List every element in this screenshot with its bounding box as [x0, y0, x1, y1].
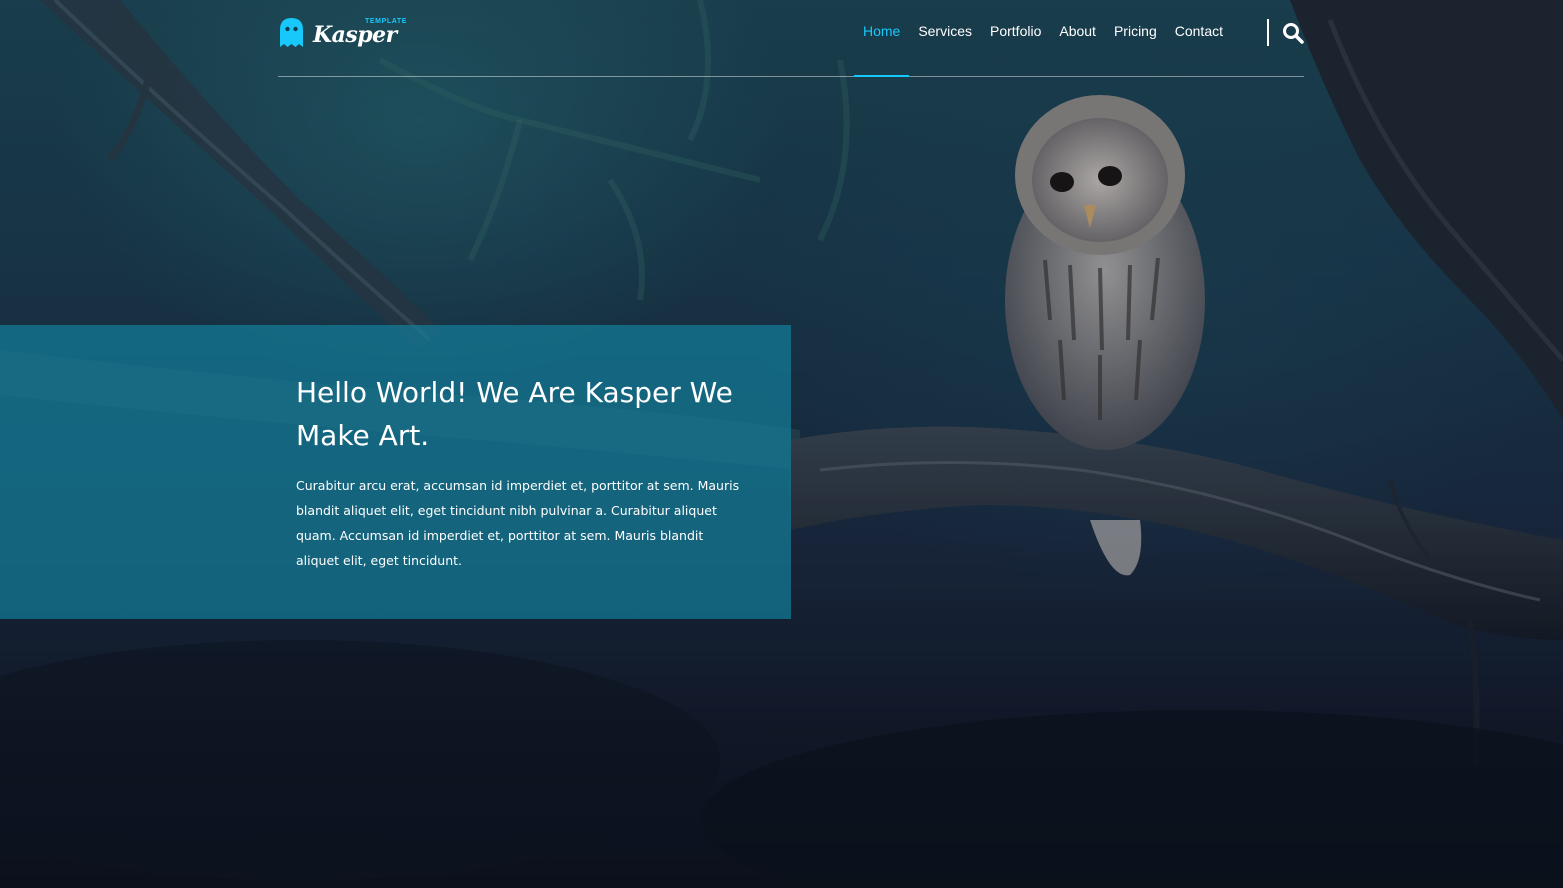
brand-name: Kasper [313, 22, 397, 48]
nav-item-contact[interactable]: Contact [1166, 0, 1232, 76]
nav-item-portfolio[interactable]: Portfolio [981, 0, 1050, 76]
ghost-icon [280, 18, 303, 47]
hero-section: TEMPLATE Kasper Home Services Portfolio … [0, 0, 1563, 888]
nav-divider [1267, 19, 1269, 46]
hero-intro-panel: Hello World! We Are Kasper We Make Art. … [0, 325, 791, 619]
brand-logo[interactable]: TEMPLATE Kasper [278, 13, 406, 53]
nav-item-about[interactable]: About [1050, 0, 1105, 76]
hero-title: Hello World! We Are Kasper We Make Art. [296, 376, 733, 452]
nav-item-pricing[interactable]: Pricing [1105, 0, 1166, 76]
nav-item-services[interactable]: Services [909, 0, 981, 76]
search-icon[interactable] [1282, 22, 1304, 44]
nav-item-home[interactable]: Home [853, 0, 910, 77]
hero-description: Curabitur arcu erat, accumsan id imperdi… [296, 478, 740, 568]
site-header: TEMPLATE Kasper Home Services Portfolio … [278, 0, 1304, 77]
main-nav: Home Services Portfolio About Pricing Co… [853, 0, 1232, 77]
brand-wordmark: TEMPLATE Kasper [313, 16, 406, 50]
